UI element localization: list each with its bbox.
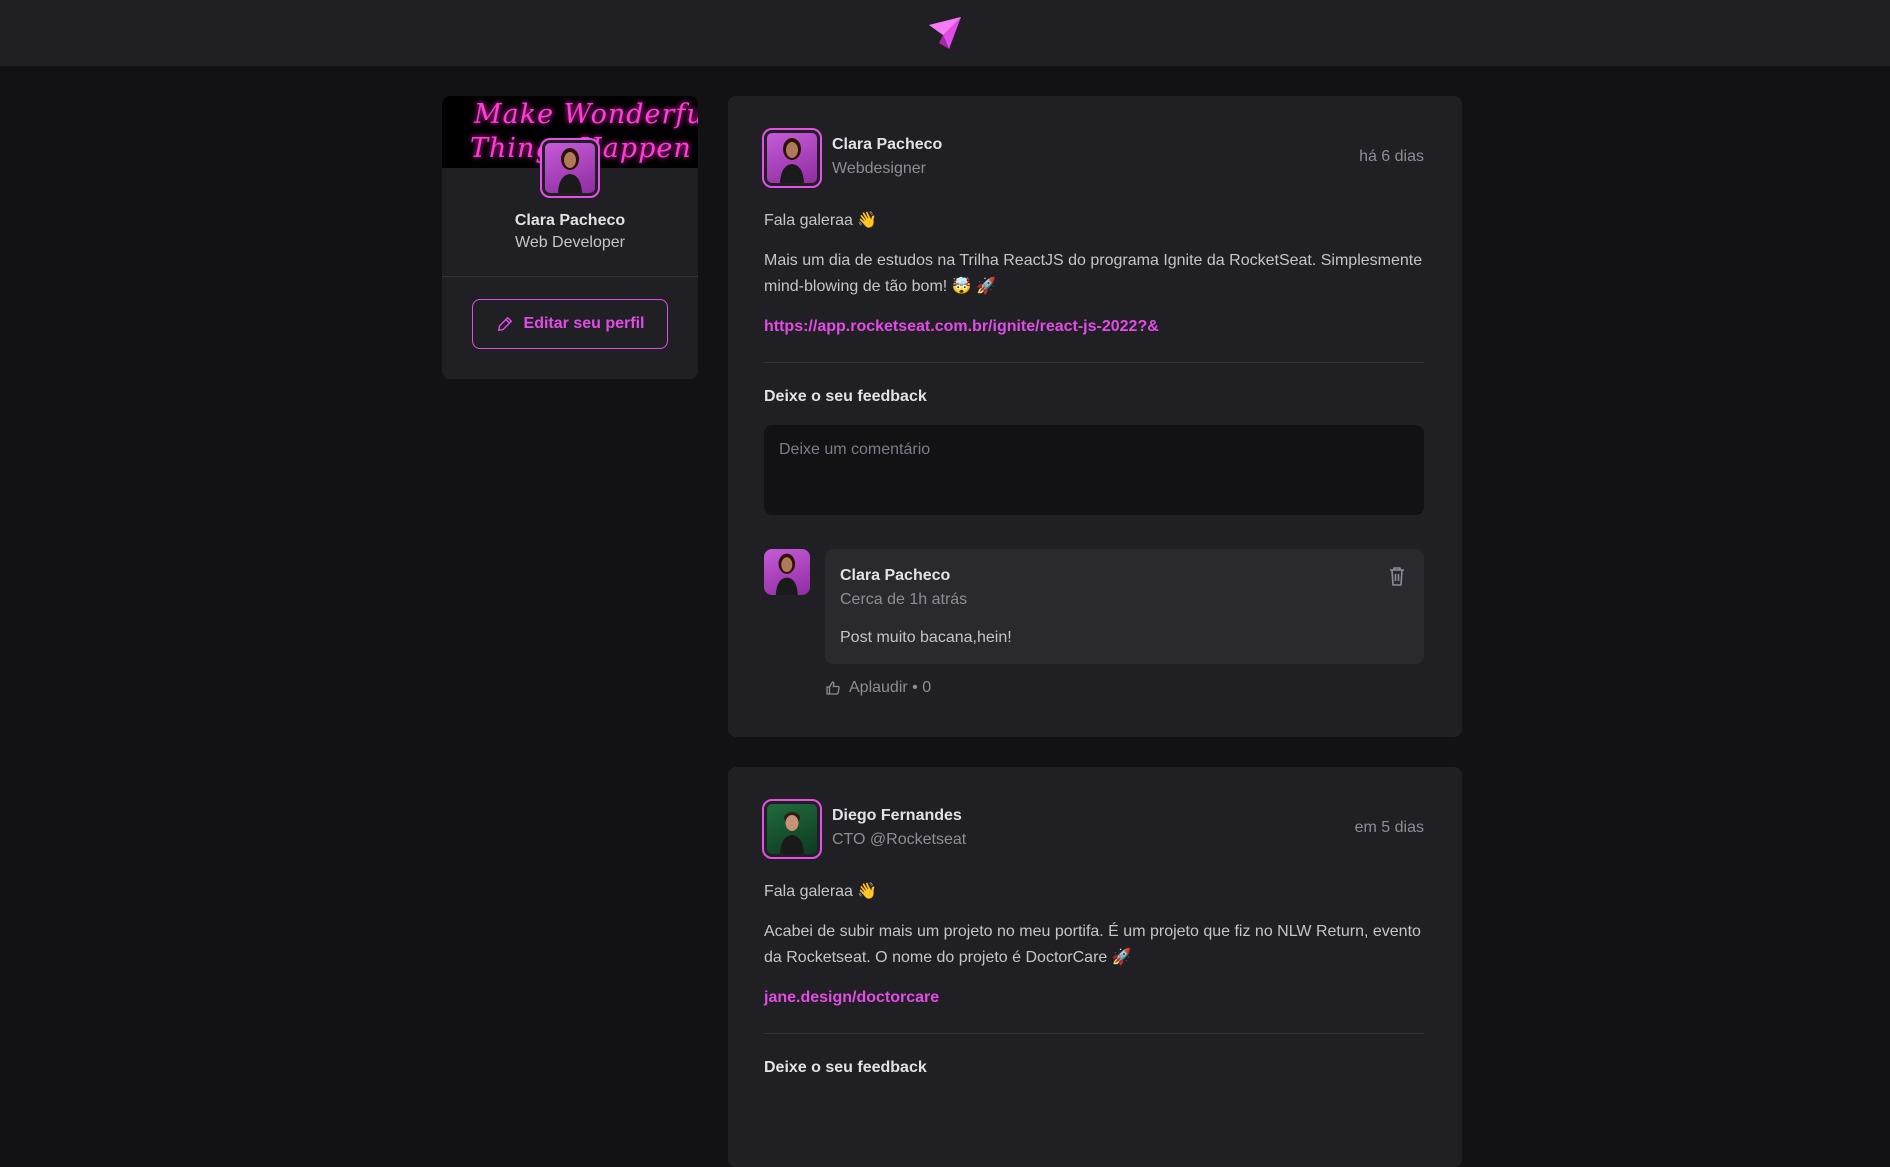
post-greeting: Fala galeraa 👋	[764, 883, 878, 900]
feedback-title: Deixe o seu feedback	[764, 1059, 927, 1076]
post-greeting: Fala galeraa 👋	[764, 212, 878, 229]
post-content: Fala galeraa 👋 Acabei de subir mais um p…	[764, 879, 1424, 1025]
edit-profile-label: Editar seu perfil	[523, 315, 645, 332]
post-author-role: Webdesigner	[832, 160, 926, 177]
divider	[764, 1033, 1424, 1034]
comment-text: Post muito bacana,hein!	[840, 629, 1012, 646]
applaud-label: Aplaudir • 0	[849, 679, 932, 696]
post-link[interactable]: https://app.rocketseat.com.br/ignite/rea…	[764, 318, 1159, 335]
profile-sidebar: Make Wonderful Things Happen Clara Pache…	[442, 96, 698, 379]
post-header: Diego Fernandes CTO @Rocketseat em 5 dia…	[762, 799, 1424, 859]
comment-box: Clara Pacheco Cerca de 1h atrás Post mui…	[825, 549, 1424, 664]
person-photo-icon	[780, 138, 804, 183]
post-header: Clara Pacheco Webdesigner há 6 dias	[762, 128, 1424, 188]
comment-avatar[interactable]	[764, 549, 810, 595]
cover-line-1: Make Wonderful	[474, 99, 698, 130]
profile-name: Clara Pacheco	[514, 212, 626, 229]
applaud-button[interactable]: Aplaudir • 0	[825, 679, 931, 697]
post-timestamp: em 5 dias	[1354, 819, 1424, 836]
ignite-feed-logo-icon	[929, 17, 961, 49]
person-photo-icon	[558, 148, 582, 193]
post-content: Fala galeraa 👋 Mais um dia de estudos na…	[764, 208, 1424, 354]
post-card: Diego Fernandes CTO @Rocketseat em 5 dia…	[728, 767, 1462, 1167]
post-author-name[interactable]: Clara Pacheco	[832, 136, 942, 154]
person-photo-icon	[780, 812, 804, 854]
post-link[interactable]: jane.design/doctorcare	[764, 989, 939, 1006]
post-author-name[interactable]: Diego Fernandes	[832, 807, 962, 825]
avatar[interactable]	[762, 799, 822, 859]
profile-role: Web Developer	[515, 234, 625, 251]
comment-author: Clara Pacheco	[840, 567, 951, 584]
feedback-title: Deixe o seu feedback	[764, 388, 927, 405]
trash-icon	[1390, 567, 1404, 586]
divider	[764, 362, 1424, 363]
pencil-icon	[497, 316, 512, 332]
comment-input[interactable]	[764, 425, 1424, 515]
post-card: Clara Pacheco Webdesigner há 6 dias Fala…	[728, 96, 1462, 737]
edit-profile-button[interactable]: Editar seu perfil	[472, 299, 668, 349]
top-header	[0, 0, 1890, 66]
delete-comment-button[interactable]	[1386, 565, 1408, 587]
avatar[interactable]	[762, 128, 822, 188]
post-body: Acabei de subir mais um projeto no meu p…	[764, 923, 1421, 966]
avatar[interactable]	[540, 138, 600, 198]
post-author-role: CTO @Rocketseat	[832, 831, 967, 848]
person-photo-icon	[775, 553, 799, 595]
comment-timestamp: Cerca de 1h atrás	[840, 591, 968, 608]
post-timestamp: há 6 dias	[1359, 148, 1424, 165]
thumbs-up-icon	[826, 681, 840, 695]
post-body: Mais um dia de estudos na Trilha ReactJS…	[764, 252, 1423, 295]
divider	[442, 276, 698, 277]
